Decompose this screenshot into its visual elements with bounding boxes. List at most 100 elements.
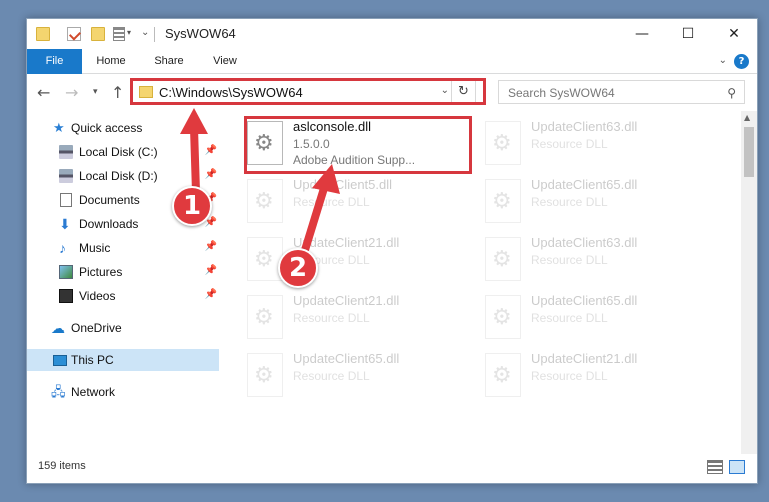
sidebar-item-pictures[interactable]: Pictures 📌 — [27, 261, 219, 283]
scroll-thumb[interactable] — [744, 127, 754, 177]
file-name: UpdateClient65.dll — [293, 351, 400, 366]
file-item[interactable]: UpdateClient63.dll Resource DLL — [481, 233, 706, 289]
dll-file-icon — [485, 295, 521, 339]
disk-icon — [59, 169, 73, 183]
file-name: UpdateClient65.dll — [531, 177, 638, 192]
sidebar-item-onedrive[interactable]: ☁ OneDrive — [27, 317, 219, 339]
tab-home[interactable]: Home — [85, 49, 137, 74]
sidebar-item-network[interactable]: 🖧 Network — [27, 381, 219, 403]
forward-arrow-icon[interactable]: → — [65, 83, 78, 102]
recent-locations-icon[interactable]: ▾ — [93, 87, 98, 97]
back-arrow-icon[interactable]: ← — [37, 83, 50, 102]
pictures-icon — [59, 265, 73, 279]
sidebar-item-videos[interactable]: Videos 📌 — [27, 285, 219, 307]
star-icon: ★ — [53, 120, 65, 135]
file-item[interactable]: UpdateClient21.dll Resource DLL — [243, 291, 468, 347]
title-separator — [154, 27, 155, 42]
sidebar-item-quick-access[interactable]: ★ Quick access — [27, 117, 219, 139]
view-icon[interactable] — [113, 27, 125, 41]
dll-file-icon — [247, 353, 283, 397]
new-folder-icon[interactable] — [91, 27, 105, 41]
vertical-scrollbar[interactable]: ▲ ▼ — [741, 111, 757, 469]
music-icon: ♪ — [59, 240, 66, 256]
tab-file[interactable]: File — [27, 49, 82, 74]
search-input[interactable]: Search SysWOW64 — [508, 86, 615, 100]
download-icon: ⬇ — [59, 216, 71, 232]
file-item[interactable]: UpdateClient65.dll Resource DLL — [481, 291, 706, 347]
file-description: Resource DLL — [531, 253, 608, 267]
dll-file-icon — [485, 179, 521, 223]
search-icon[interactable]: ⚲ — [727, 86, 736, 100]
file-description: Resource DLL — [293, 369, 370, 383]
file-item[interactable]: UpdateClient65.dll Resource DLL — [481, 175, 706, 231]
file-description: Resource DLL — [531, 369, 608, 383]
sidebar-item-label: Videos — [79, 289, 116, 303]
large-icons-view-icon[interactable] — [729, 460, 745, 474]
cloud-icon: ☁ — [51, 320, 65, 336]
sidebar-item-this-pc[interactable]: This PC — [27, 349, 219, 371]
sidebar-item-label: Documents — [79, 193, 140, 207]
documents-icon — [60, 193, 72, 207]
maximize-button[interactable]: ☐ — [665, 19, 711, 49]
pin-icon[interactable]: 📌 — [205, 145, 217, 156]
dll-file-icon — [485, 353, 521, 397]
up-arrow-icon[interactable]: ↑ — [111, 83, 124, 102]
pin-icon[interactable]: 📌 — [205, 241, 217, 252]
file-name: UpdateClient21.dll — [531, 351, 638, 366]
title-bar: ▾ ⌄ SysWOW64 — ☐ ✕ — [27, 19, 757, 49]
file-name: UpdateClient21.dll — [293, 235, 400, 250]
chevron-down-icon[interactable]: ▾ — [127, 28, 131, 37]
status-bar: 159 items — [27, 454, 757, 483]
tab-share[interactable]: Share — [143, 49, 195, 74]
pin-icon[interactable]: 📌 — [205, 265, 217, 276]
sidebar-item-label: OneDrive — [71, 321, 122, 335]
file-name: UpdateClient63.dll — [531, 119, 638, 134]
dll-file-icon — [485, 237, 521, 281]
file-item[interactable]: UpdateClient63.dll Resource DLL — [481, 117, 706, 173]
properties-icon[interactable] — [67, 27, 81, 41]
file-name: UpdateClient21.dll — [293, 293, 400, 308]
file-item[interactable]: UpdateClient21.dll Resource DLL — [243, 233, 468, 289]
dll-file-icon — [485, 121, 521, 165]
sidebar-item-label: Quick access — [71, 121, 143, 135]
dll-file-icon — [247, 179, 283, 223]
sidebar-item-label: Music — [79, 241, 111, 255]
network-icon: 🖧 — [51, 384, 66, 399]
file-name: UpdateClient65.dll — [531, 293, 638, 308]
item-count: 159 items — [38, 460, 86, 472]
sidebar-item-label: Pictures — [79, 265, 123, 279]
file-item[interactable]: UpdateClient21.dll Resource DLL — [481, 349, 706, 405]
sidebar-item-label: Local Disk (C:) — [79, 145, 158, 159]
sidebar-item-local-disk-c[interactable]: Local Disk (C:) 📌 — [27, 141, 219, 163]
file-description: Resource DLL — [531, 311, 608, 325]
sidebar-item-label: Local Disk (D:) — [79, 169, 158, 183]
ribbon-tabs: File Home Share View ⌄ ? — [27, 49, 757, 74]
sidebar-item-local-disk-d[interactable]: Local Disk (D:) 📌 — [27, 165, 219, 187]
navigation-pane: ★ Quick access Local Disk (C:) 📌 Local D… — [27, 111, 223, 451]
help-icon[interactable]: ? — [734, 54, 749, 69]
pin-icon[interactable]: 📌 — [205, 169, 217, 180]
file-description: Resource DLL — [531, 137, 608, 151]
close-button[interactable]: ✕ — [711, 19, 757, 49]
expand-ribbon-icon[interactable]: ⌄ — [719, 55, 727, 66]
sidebar-item-label: Downloads — [79, 217, 139, 231]
file-item[interactable]: UpdateClient5.dll Resource DLL — [243, 175, 468, 231]
sidebar-item-music[interactable]: ♪ Music 📌 — [27, 237, 219, 259]
pin-icon[interactable]: 📌 — [205, 289, 217, 300]
file-name: UpdateClient5.dll — [293, 177, 393, 192]
sidebar-item-label: Network — [71, 385, 116, 399]
scroll-up-icon[interactable]: ▲ — [744, 113, 750, 122]
details-view-icon[interactable] — [707, 460, 723, 474]
window-title: SysWOW64 — [165, 26, 236, 41]
callout-badge-1: 1 — [172, 186, 212, 226]
file-item[interactable]: UpdateClient65.dll Resource DLL — [243, 349, 468, 405]
pc-icon — [53, 355, 67, 366]
sidebar-item-label: This PC — [71, 353, 114, 367]
search-box[interactable]: Search SysWOW64 ⚲ — [498, 80, 745, 104]
customize-toolbar-icon[interactable]: ⌄ — [141, 27, 149, 38]
minimize-button[interactable]: — — [619, 19, 665, 49]
dll-file-icon — [247, 295, 283, 339]
tab-view[interactable]: View — [201, 49, 249, 74]
file-highlight-box — [244, 116, 472, 174]
videos-icon — [59, 289, 73, 303]
